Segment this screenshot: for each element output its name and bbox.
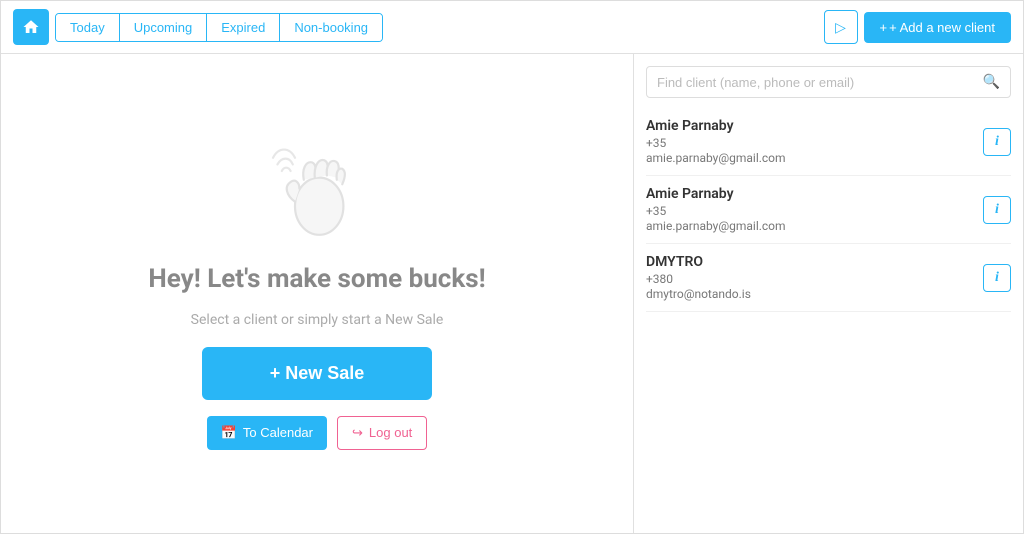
tab-non-booking[interactable]: Non-booking <box>280 14 382 41</box>
client-phone: +35 <box>646 136 983 150</box>
tab-expired[interactable]: Expired <box>207 14 280 41</box>
client-item: Amie Parnaby +35 amie.parnaby@gmail.com … <box>646 176 1011 244</box>
play-icon: ▷ <box>835 19 846 36</box>
client-email: amie.parnaby@gmail.com <box>646 219 983 233</box>
client-name: Amie Parnaby <box>646 186 983 202</box>
search-box: 🔍 <box>646 66 1011 98</box>
right-panel: 🔍 Amie Parnaby +35 amie.parnaby@gmail.co… <box>633 54 1023 533</box>
search-icon: 🔍 <box>983 74 1000 90</box>
client-phone: +35 <box>646 204 983 218</box>
new-sale-button[interactable]: + New Sale <box>202 347 432 400</box>
logout-icon: ↪ <box>352 425 363 441</box>
logout-label: Log out <box>369 425 412 440</box>
to-calendar-button[interactable]: 📅 To Calendar <box>207 416 327 450</box>
headline: Hey! Let's make some bucks! <box>148 264 485 294</box>
add-client-label: + Add a new client <box>889 20 995 35</box>
plus-icon: + <box>880 20 888 35</box>
tab-today[interactable]: Today <box>56 14 120 41</box>
client-info: Amie Parnaby +35 amie.parnaby@gmail.com <box>646 186 983 233</box>
client-phone: +380 <box>646 272 983 286</box>
client-info-button[interactable]: i <box>983 128 1011 156</box>
client-name: Amie Parnaby <box>646 118 983 134</box>
wave-icon <box>262 138 372 248</box>
client-email: amie.parnaby@gmail.com <box>646 151 983 165</box>
add-client-button[interactable]: + + Add a new client <box>864 12 1011 43</box>
client-name: DMYTRO <box>646 254 983 270</box>
calendar-icon: 📅 <box>221 425 237 441</box>
client-info-button[interactable]: i <box>983 264 1011 292</box>
logout-button[interactable]: ↪ Log out <box>337 416 427 450</box>
client-info: DMYTRO +380 dmytro@notando.is <box>646 254 983 301</box>
client-info: Amie Parnaby +35 amie.parnaby@gmail.com <box>646 118 983 165</box>
search-input[interactable] <box>657 75 975 90</box>
tab-upcoming[interactable]: Upcoming <box>120 14 208 41</box>
client-item: DMYTRO +380 dmytro@notando.is i <box>646 244 1011 312</box>
main-layout: Hey! Let's make some bucks! Select a cli… <box>1 54 1023 533</box>
play-button[interactable]: ▷ <box>824 10 858 44</box>
home-button[interactable] <box>13 9 49 45</box>
left-panel: Hey! Let's make some bucks! Select a cli… <box>1 54 633 533</box>
header: Today Upcoming Expired Non-booking ▷ + +… <box>1 1 1023 54</box>
calendar-label: To Calendar <box>243 425 313 440</box>
subtitle: Select a client or simply start a New Sa… <box>191 310 444 331</box>
bottom-actions: 📅 To Calendar ↪ Log out <box>207 416 428 450</box>
client-item: Amie Parnaby +35 amie.parnaby@gmail.com … <box>646 108 1011 176</box>
client-info-button[interactable]: i <box>983 196 1011 224</box>
client-email: dmytro@notando.is <box>646 287 983 301</box>
nav-tabs: Today Upcoming Expired Non-booking <box>55 13 383 42</box>
